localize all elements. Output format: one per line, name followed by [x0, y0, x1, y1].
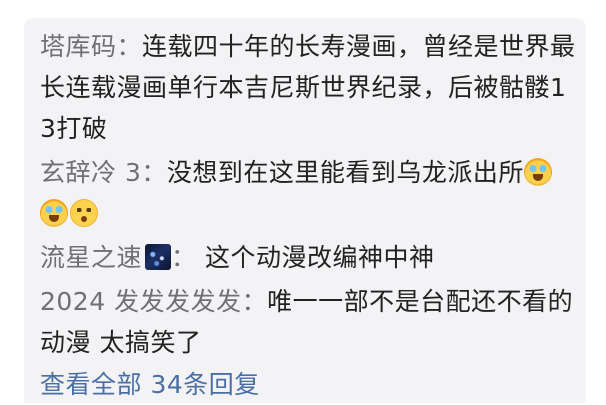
reply-item[interactable]: 流星之速 ： 这个动漫改编神中神 [40, 237, 576, 278]
sad-emoji-icon [70, 199, 98, 227]
reply-text: 这个动漫改编神中神 [196, 243, 435, 272]
view-all-replies-link[interactable]: 查看全部 34条回复 [40, 364, 576, 405]
reply-author[interactable]: 塔库码 [40, 32, 117, 61]
reply-author[interactable]: 2024 发发发发发 [40, 287, 242, 316]
reply-colon: ： [171, 243, 197, 272]
reply-item[interactable]: 塔库码：连载四十年的长寿漫画，曾经是世界最长连载漫画单行本吉尼斯世界纪录，后被骷… [40, 26, 576, 149]
reply-colon: ： [141, 158, 167, 187]
reply-text: 没想到在这里能看到乌龙派出所 [166, 158, 524, 187]
reply-colon: ： [241, 287, 268, 316]
crying-laughing-emoji-icon [40, 199, 68, 227]
starry-avatar-image-icon [145, 244, 172, 270]
reply-item[interactable]: 2024 发发发发发：唯一一部不是台配还不看的动漫 太搞笑了 [40, 281, 576, 363]
reply-colon: ： [116, 32, 143, 61]
crying-laughing-emoji-icon [523, 158, 552, 186]
reply-author[interactable]: 玄辞冷 3 [40, 158, 141, 187]
reply-author[interactable]: 流星之速 [40, 243, 142, 272]
reply-list: 塔库码：连载四十年的长寿漫画，曾经是世界最长连载漫画单行本吉尼斯世界纪录，后被骷… [40, 26, 576, 405]
reply-item[interactable]: 玄辞冷 3：没想到在这里能看到乌龙派出所 [40, 152, 576, 234]
